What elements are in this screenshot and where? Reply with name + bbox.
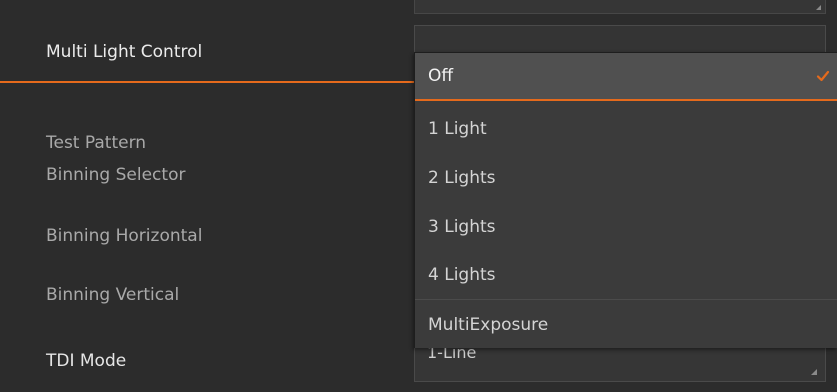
option-label: MultiExposure: [428, 315, 549, 335]
active-row-underline: [0, 81, 414, 83]
previous-value-box[interactable]: [414, 0, 826, 14]
option-label: 4 Lights: [428, 265, 496, 285]
option-label: 1 Light: [428, 119, 487, 139]
property-label: Binning Horizontal: [46, 226, 203, 246]
property-row-binning-vertical[interactable]: Binning Vertical: [0, 265, 414, 325]
property-row-binning-horizontal[interactable]: Binning Horizontal: [0, 206, 414, 266]
option-label: 2 Lights: [428, 168, 496, 188]
dropdown-option-1-light[interactable]: 1 Light: [415, 105, 837, 153]
option-label: 3 Lights: [428, 217, 496, 237]
dropdown-separator: [415, 299, 837, 300]
property-row-multi-light-control[interactable]: Multi Light Control: [0, 22, 414, 82]
dropdown-option-off[interactable]: Off: [415, 53, 837, 101]
dropdown-option-4-lights[interactable]: 4 Lights: [415, 251, 837, 299]
resize-grip-icon: [811, 369, 817, 375]
multi-light-control-dropdown: Off 1 Light 2 Lights 3 Lights 4 Lights M…: [414, 52, 837, 348]
tdi-mode-select[interactable]: 1-Line: [414, 346, 826, 382]
property-row-binning-selector[interactable]: Binning Selector: [0, 145, 414, 205]
property-label: TDI Mode: [46, 351, 127, 371]
resize-grip-icon: [816, 5, 821, 10]
property-label: Multi Light Control: [46, 42, 203, 62]
dropdown-option-multiexposure[interactable]: MultiExposure: [415, 301, 837, 349]
option-label: Off: [428, 66, 454, 86]
check-icon: [816, 70, 830, 82]
property-label: Binning Selector: [46, 165, 186, 185]
property-panel: Multi Light Control Test Pattern Binning…: [0, 0, 837, 392]
dropdown-option-3-lights[interactable]: 3 Lights: [415, 203, 837, 251]
property-label: Binning Vertical: [46, 285, 180, 305]
dropdown-option-2-lights[interactable]: 2 Lights: [415, 154, 837, 202]
property-row-tdi-mode[interactable]: TDI Mode: [0, 331, 414, 391]
